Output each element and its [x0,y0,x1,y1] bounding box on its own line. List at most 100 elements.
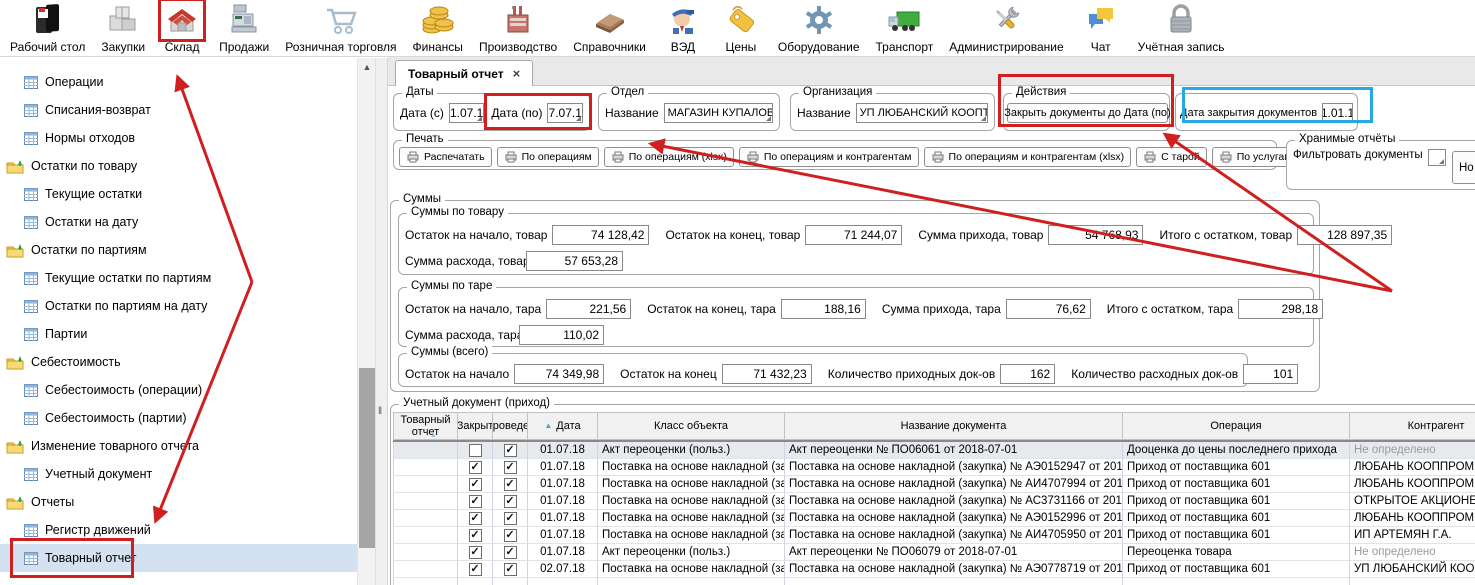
toolbar-item-prices[interactable]: Цены [712,1,770,54]
scrollbar-up-icon[interactable]: ▲ [358,58,376,76]
column-header-operation[interactable]: Операция [1123,412,1350,440]
closed-checkbox[interactable]: ✓ [469,478,482,491]
closed-checkbox[interactable]: ✓ [469,512,482,525]
sidebar-item[interactable]: Себестоимость (операции) [0,376,357,404]
sidebar-item[interactable]: Текущие остатки по партиям [0,264,357,292]
toolbar-item-customs[interactable]: ВЭД [654,1,712,54]
sidebar-item[interactable]: Отчеты [0,488,357,516]
sum-field[interactable]: 298,18 [1238,299,1323,319]
toolbar-item-warehouse[interactable]: Склад [153,1,211,54]
proved-checkbox[interactable]: ✓ [504,461,517,474]
print-by-operations-xlsx-button[interactable]: По операциям (xlsx) [604,147,734,167]
splitter-grip-icon[interactable]: ‖ [378,406,382,417]
panel-splitter[interactable]: ‖ [375,58,388,585]
sum-field[interactable]: 162 [1000,364,1055,384]
scrollbar-thumb[interactable] [359,368,375,548]
sum-field[interactable]: 57 653,28 [526,251,623,271]
toolbar-item-administration[interactable]: Администрирование [941,1,1071,54]
table-row[interactable]: ✓✓01.07.18Поставка на основе накладной (… [393,527,1475,544]
toolbar-item-account[interactable]: Учётная запись [1130,1,1233,54]
closed-checkbox[interactable]: ✓ [469,495,482,508]
organization-name-field[interactable]: УП ЛЮБАНСКИЙ КООПТ [856,103,988,123]
proved-checkbox[interactable]: ✓ [504,563,517,576]
toolbar-item-catalogs[interactable]: Справочники [565,1,654,54]
print-by-operations-counterparties-xlsx-button[interactable]: По операциям и контрагентам (xlsx) [924,147,1132,167]
proved-checkbox[interactable]: ✓ [504,529,517,542]
date-to-field[interactable]: 17.07.18 [547,103,583,123]
column-header-class[interactable]: Класс объекта [598,412,785,440]
sum-field[interactable]: 71 432,23 [722,364,812,384]
column-header-proved[interactable]: Проведен [493,412,528,440]
toolbar-item-chat[interactable]: Чат [1072,1,1130,54]
closed-checkbox[interactable]: ✓ [469,563,482,576]
proved-checkbox[interactable]: ✓ [504,546,517,559]
sidebar-item[interactable]: Списания-возврат [0,96,357,124]
sum-field[interactable]: 76,62 [1006,299,1091,319]
sidebar-item[interactable]: Остатки по партиям [0,236,357,264]
table-row[interactable] [393,578,1475,585]
toolbar-item-sales[interactable]: Продажи [211,1,277,54]
table-row[interactable]: ✓✓01.07.18Акт переоценки (польз.)Акт пер… [393,544,1475,561]
print-by-operations-counterparties-button[interactable]: По операциям и контрагентам [739,147,919,167]
sum-field[interactable]: 74 128,42 [552,225,649,245]
sidebar-item[interactable]: Учетный документ [0,460,357,488]
close-date-field[interactable]: 01.01.18 [1322,103,1353,123]
sidebar-item[interactable]: Остатки по товару [0,152,357,180]
sum-field[interactable]: 101 [1243,364,1298,384]
table-row[interactable]: ✓01.07.18Акт переоценки (польз.)Акт пере… [393,442,1475,459]
sidebar-item[interactable]: Товарный отчет [0,544,357,572]
sum-field[interactable]: 54 768,93 [1048,225,1143,245]
sidebar-item[interactable]: Текущие остатки [0,180,357,208]
sum-field[interactable]: 128 897,35 [1297,225,1392,245]
toolbar-item-equipment[interactable]: Оборудование [770,1,868,54]
print-by-operations-button[interactable]: По операциям [497,147,599,167]
print-button[interactable]: Распечатать [399,147,492,167]
sidebar-item[interactable]: Партии [0,320,357,348]
sidebar-item[interactable]: Изменение товарного отчета [0,432,357,460]
table-row[interactable]: ✓✓01.07.18Поставка на основе накладной (… [393,510,1475,527]
tab-goods-report[interactable]: Товарный отчет × [395,60,533,86]
proved-checkbox[interactable]: ✓ [504,495,517,508]
column-header-closed[interactable]: Закрыт [458,412,493,440]
close-documents-button[interactable]: Закрыть документы до Дата (по) [1007,103,1168,123]
toolbar-item-production[interactable]: Производство [471,1,565,54]
toolbar-item-purchases[interactable]: Закупки [93,1,153,54]
sidebar-item[interactable]: Регистр движений [0,516,357,544]
table-row[interactable]: ✓✓02.07.18Поставка на основе накладной (… [393,561,1475,578]
table-row[interactable]: ✓✓01.07.18Поставка на основе накладной (… [393,459,1475,476]
sidebar-item[interactable]: Остатки по партиям на дату [0,292,357,320]
toolbar-item-finance[interactable]: Финансы [405,1,471,54]
sum-field[interactable]: 110,02 [519,325,604,345]
proved-checkbox[interactable]: ✓ [504,478,517,491]
sidebar-scrollbar[interactable]: ▲ [357,58,375,585]
sidebar-item[interactable]: Остатки на дату [0,208,357,236]
partial-button[interactable]: Но [1452,151,1475,184]
department-name-field[interactable]: МАГАЗИН КУПАЛОВСКИ [664,103,773,123]
sidebar-item[interactable]: Нормы отходов [0,124,357,152]
column-header-counterparty[interactable]: Контрагент [1350,412,1475,440]
tab-close-icon[interactable]: × [513,66,521,81]
sum-field[interactable]: 74 349,98 [514,364,604,384]
toolbar-item-desktop[interactable]: Рабочий стол [2,1,93,54]
proved-checkbox[interactable]: ✓ [504,512,517,525]
column-header-date[interactable]: ▲Дата [528,412,598,440]
closed-checkbox[interactable] [469,444,482,457]
sidebar-item[interactable]: Себестоимость [0,348,357,376]
date-from-field[interactable]: 01.07.18 [449,103,485,123]
sidebar-item[interactable]: Себестоимость (партии) [0,404,357,432]
sum-field[interactable]: 71 244,07 [805,225,902,245]
closed-checkbox[interactable]: ✓ [469,461,482,474]
table-row[interactable]: ✓✓01.07.18Поставка на основе накладной (… [393,476,1475,493]
closed-checkbox[interactable]: ✓ [469,546,482,559]
toolbar-item-retail[interactable]: Розничная торговля [277,1,404,54]
print-with-tare-button[interactable]: С тарой [1136,147,1207,167]
proved-checkbox[interactable]: ✓ [504,444,517,457]
sum-field[interactable]: 221,56 [546,299,631,319]
filter-documents-checkbox[interactable] [1428,149,1446,166]
table-row[interactable]: ✓✓01.07.18Поставка на основе накладной (… [393,493,1475,510]
sidebar-item[interactable]: Операции [0,68,357,96]
sum-field[interactable]: 188,16 [781,299,866,319]
column-header-report[interactable]: Товарный отчет▲ [393,412,458,440]
column-header-doc-name[interactable]: Название документа [785,412,1123,440]
closed-checkbox[interactable]: ✓ [469,529,482,542]
